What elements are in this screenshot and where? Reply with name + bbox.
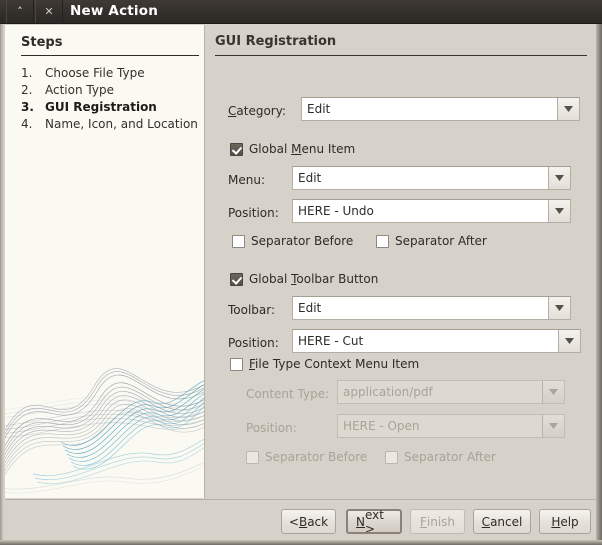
context-separator-before-label: Separator Before [265,450,367,464]
toolbar-label: Toolbar: [228,303,275,317]
menu-separator-after-row[interactable]: Separator After [376,234,487,248]
chevron-down-icon[interactable] [557,98,579,120]
toolbar-combobox[interactable]: Edit [292,296,571,320]
window-titlebar: ˄ ✕ New Action [0,0,602,24]
file-type-context-menu-item-checkbox[interactable] [230,358,243,371]
global-menu-item-checkbox-row[interactable]: Global Menu Item [230,142,355,156]
page-title: GUI Registration [215,34,336,49]
context-position-combobox[interactable]: HERE - Open [337,414,565,438]
chevron-down-icon[interactable] [548,200,570,222]
toolbar-value: Edit [293,297,548,319]
context-position-label: Position: [246,421,297,435]
step-number: 1. [21,65,45,81]
menu-position-value: HERE - Undo [293,200,548,222]
window-frame-left [0,24,4,545]
page-title-divider [215,55,587,56]
help-button[interactable]: Help [539,509,591,534]
chevron-down-icon[interactable] [558,330,580,352]
menu-separator-before-row[interactable]: Separator Before [232,234,353,248]
context-separator-after-checkbox[interactable] [385,451,398,464]
menu-separator-after-checkbox[interactable] [376,235,389,248]
menu-label: Menu: [228,173,265,187]
global-toolbar-button-checkbox-row[interactable]: Global Toolbar Button [230,272,378,286]
content-type-combobox[interactable]: application/pdf [337,380,565,404]
window-frame-bottom [0,540,602,545]
back-button[interactable]: < Back [281,509,336,534]
step-item-1: 1. Choose File Type [21,65,201,81]
gui-registration-pane: GUI Registration Category: Edit Global M… [206,25,596,498]
chevron-down-icon[interactable] [542,381,564,403]
file-type-context-menu-item-label: File Type Context Menu Item [249,357,419,371]
category-label: Category: [228,104,286,118]
shade-button[interactable]: ˄ [6,0,34,23]
new-action-wizard-window: ˄ ✕ New Action Steps 1. Choose File Type… [0,0,602,545]
category-value: Edit [302,98,557,120]
step-label: GUI Registration [45,99,201,115]
global-toolbar-button-label: Global Toolbar Button [249,272,378,286]
step-number: 4. [21,116,45,132]
steps-panel: Steps 1. Choose File Type 2. Action Type… [5,25,205,498]
toolbar-position-value: HERE - Cut [293,330,558,352]
menu-separator-before-label: Separator Before [251,234,353,248]
toolbar-position-label: Position: [228,336,279,350]
content-type-label: Content Type: [246,387,329,401]
step-label: Action Type [45,82,201,98]
global-menu-item-checkbox[interactable] [230,143,243,156]
menu-separator-before-checkbox[interactable] [232,235,245,248]
step-item-4: 4. Name, Icon, and Location [21,116,201,132]
step-item-3-current: 3. GUI Registration [21,99,201,115]
menu-position-label: Position: [228,206,279,220]
steps-heading: Steps [21,35,62,50]
toolbar-position-combobox[interactable]: HERE - Cut [292,329,581,353]
context-separator-after-label: Separator After [404,450,496,464]
context-position-value: HERE - Open [338,415,542,437]
next-button[interactable]: Next > [346,509,402,534]
window-frame-right [596,24,602,545]
menu-position-combobox[interactable]: HERE - Undo [292,199,571,223]
global-menu-item-label: Global Menu Item [249,142,355,156]
cancel-button[interactable]: Cancel [473,509,531,534]
menu-separator-after-label: Separator After [395,234,487,248]
menu-value: Edit [293,167,548,189]
content-type-value: application/pdf [338,381,542,403]
context-separator-after-row[interactable]: Separator After [385,450,496,464]
steps-heading-divider [21,55,199,56]
close-icon: ✕ [44,6,53,17]
menu-combobox[interactable]: Edit [292,166,571,190]
step-label: Name, Icon, and Location [45,116,201,132]
step-number: 3. [21,99,45,115]
category-combobox[interactable]: Edit [301,97,580,121]
decorative-wave-graphic [5,338,204,498]
context-separator-before-checkbox[interactable] [246,451,259,464]
global-toolbar-button-checkbox[interactable] [230,273,243,286]
file-type-context-menu-item-row[interactable]: File Type Context Menu Item [230,357,419,371]
context-separator-before-row[interactable]: Separator Before [246,450,367,464]
chevron-down-icon[interactable] [548,167,570,189]
chevron-up-icon: ˄ [17,6,23,17]
chevron-down-icon[interactable] [542,415,564,437]
steps-list: 1. Choose File Type 2. Action Type 3. GU… [21,65,201,133]
step-item-2: 2. Action Type [21,82,201,98]
chevron-down-icon[interactable] [548,297,570,319]
wizard-button-bar: < Back Next > Finish Cancel Help [5,499,596,540]
step-number: 2. [21,82,45,98]
window-title: New Action [70,3,158,19]
step-label: Choose File Type [45,65,201,81]
finish-button: Finish [410,509,465,534]
close-button[interactable]: ✕ [35,0,63,23]
